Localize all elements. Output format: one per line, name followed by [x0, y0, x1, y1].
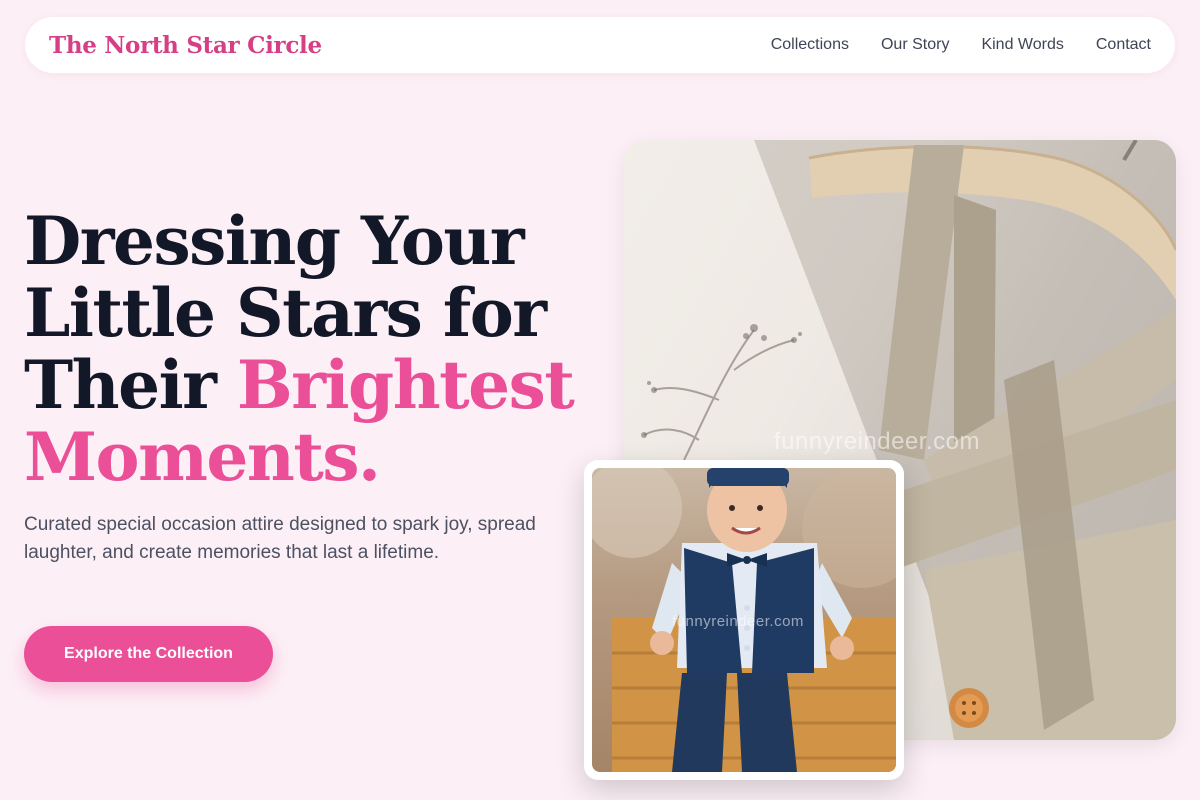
- boy-photo: funnyreindeer.com: [592, 468, 896, 772]
- nav-link-kind-words[interactable]: Kind Words: [981, 36, 1063, 54]
- hero-subtitle: Curated special occasion attire designed…: [24, 514, 536, 563]
- nav-link-collections[interactable]: Collections: [771, 36, 849, 54]
- boy-photo-card: funnyreindeer.com: [584, 460, 904, 780]
- nav-link-contact[interactable]: Contact: [1096, 36, 1151, 54]
- explore-collection-button[interactable]: Explore the Collection: [24, 626, 273, 682]
- brand-logo[interactable]: The North Star Circle: [49, 32, 322, 59]
- nav-link-our-story[interactable]: Our Story: [881, 36, 949, 54]
- nav-links: Collections Our Story Kind Words Contact: [771, 36, 1151, 54]
- main-photo-watermark: funnyreindeer.com: [774, 428, 980, 455]
- hero-title: Dressing Your Little Stars for Their Bri…: [24, 205, 584, 493]
- inset-photo-watermark: funnyreindeer.com: [672, 613, 804, 630]
- navbar: The North Star Circle Collections Our St…: [25, 17, 1175, 73]
